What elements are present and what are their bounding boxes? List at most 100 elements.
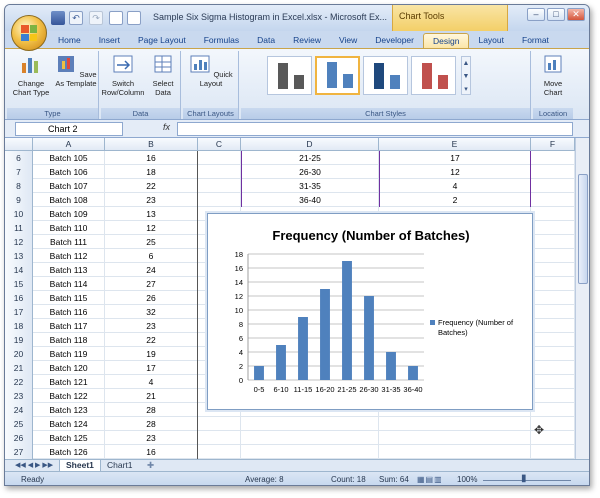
cell-frequency[interactable]: 17 [379, 151, 531, 165]
cell-empty[interactable] [531, 235, 575, 249]
cell-batch-value[interactable]: 16 [105, 151, 198, 165]
cell-batch-name[interactable]: Batch 111 [33, 235, 105, 249]
select-all-corner[interactable] [5, 138, 33, 151]
zoom-slider[interactable] [483, 480, 571, 481]
cell-bin-range[interactable]: 26-30 [241, 165, 379, 179]
tab-insert[interactable]: Insert [90, 33, 129, 48]
cell-batch-value[interactable]: 16 [105, 445, 198, 459]
cell-batch-value[interactable]: 22 [105, 179, 198, 193]
cell-batch-value[interactable]: 24 [105, 263, 198, 277]
cell-batch-name[interactable]: Batch 119 [33, 347, 105, 361]
row-header[interactable]: 26 [5, 431, 33, 445]
cell-batch-name[interactable]: Batch 116 [33, 305, 105, 319]
row-header[interactable]: 17 [5, 305, 33, 319]
cell-batch-value[interactable]: 23 [105, 319, 198, 333]
tab-review[interactable]: Review [284, 33, 330, 48]
quick-layout-button[interactable]: Quick Layout [189, 53, 233, 88]
cell-batch-value[interactable]: 25 [105, 235, 198, 249]
cell-batch-name[interactable]: Batch 117 [33, 319, 105, 333]
cell-batch-value[interactable]: 4 [105, 375, 198, 389]
cell-batch-name[interactable]: Batch 125 [33, 431, 105, 445]
cell-empty[interactable] [531, 277, 575, 291]
row-header[interactable]: 16 [5, 291, 33, 305]
cell-empty[interactable] [531, 389, 575, 403]
cell-empty[interactable] [531, 319, 575, 333]
cell-empty[interactable] [531, 361, 575, 375]
column-header-e[interactable]: E [379, 138, 531, 151]
cell-batch-name[interactable]: Batch 106 [33, 165, 105, 179]
cell-batch-value[interactable]: 27 [105, 277, 198, 291]
chart-style-navy[interactable] [363, 56, 408, 95]
column-header-c[interactable]: C [198, 138, 241, 151]
cell-batch-value[interactable]: 21 [105, 389, 198, 403]
cell-empty[interactable] [198, 151, 241, 165]
chart-style-red[interactable] [411, 56, 456, 95]
row-header[interactable]: 25 [5, 417, 33, 431]
cell-batch-name[interactable]: Batch 121 [33, 375, 105, 389]
cell-batch-name[interactable]: Batch 126 [33, 445, 105, 459]
switch-row-column-button[interactable]: Switch Row/Column [101, 53, 145, 97]
row-header[interactable]: 12 [5, 235, 33, 249]
cell-batch-value[interactable]: 13 [105, 207, 198, 221]
cell-batch-name[interactable]: Batch 107 [33, 179, 105, 193]
cell-empty[interactable] [531, 165, 575, 179]
cell-batch-value[interactable]: 23 [105, 431, 198, 445]
cell-batch-value[interactable]: 26 [105, 291, 198, 305]
cell-batch-name[interactable]: Batch 118 [33, 333, 105, 347]
cell-empty[interactable] [198, 417, 241, 431]
cell-batch-value[interactable]: 28 [105, 417, 198, 431]
row-header[interactable]: 15 [5, 277, 33, 291]
row-header[interactable]: 8 [5, 179, 33, 193]
embedded-chart[interactable]: Frequency (Number of Batches) 0 2 4 6 8 10 12 14… [207, 213, 533, 410]
row-header[interactable]: 7 [5, 165, 33, 179]
cell-empty[interactable] [531, 347, 575, 361]
cell-batch-name[interactable]: Batch 114 [33, 277, 105, 291]
cell-bin-range[interactable] [241, 431, 379, 445]
tab-formulas[interactable]: Formulas [195, 33, 248, 48]
cell-batch-name[interactable]: Batch 110 [33, 221, 105, 235]
row-header[interactable]: 20 [5, 347, 33, 361]
row-header[interactable]: 10 [5, 207, 33, 221]
row-header[interactable]: 24 [5, 403, 33, 417]
tab-design[interactable]: Design [423, 33, 470, 48]
cell-empty[interactable] [531, 305, 575, 319]
row-header[interactable]: 27 [5, 445, 33, 459]
tab-page-layout[interactable]: Page Layout [129, 33, 195, 48]
cell-batch-name[interactable]: Batch 123 [33, 403, 105, 417]
row-header[interactable]: 21 [5, 361, 33, 375]
cell-empty[interactable] [531, 263, 575, 277]
cell-empty[interactable] [198, 445, 241, 459]
tab-developer[interactable]: Developer [366, 33, 423, 48]
cell-batch-name[interactable]: Batch 124 [33, 417, 105, 431]
move-chart-button[interactable]: Move Chart [535, 53, 571, 97]
cell-empty[interactable] [198, 431, 241, 445]
cell-batch-name[interactable]: Batch 108 [33, 193, 105, 207]
new-document-icon[interactable] [109, 11, 123, 25]
row-header[interactable]: 23 [5, 389, 33, 403]
tab-view[interactable]: View [330, 33, 366, 48]
row-header[interactable]: 18 [5, 319, 33, 333]
cell-batch-value[interactable]: 18 [105, 165, 198, 179]
cell-batch-value[interactable]: 12 [105, 221, 198, 235]
row-header[interactable]: 13 [5, 249, 33, 263]
cell-frequency[interactable]: 12 [379, 165, 531, 179]
cell-empty[interactable] [531, 249, 575, 263]
view-buttons-icon[interactable]: ▦▤▥ [417, 475, 443, 484]
cell-bin-range[interactable] [241, 417, 379, 431]
cell-empty[interactable] [531, 333, 575, 347]
cell-empty[interactable] [531, 291, 575, 305]
cell-empty[interactable] [531, 151, 575, 165]
row-header[interactable]: 14 [5, 263, 33, 277]
insert-function-icon[interactable]: fx [163, 122, 170, 132]
column-header-d[interactable]: D [241, 138, 379, 151]
cell-batch-name[interactable]: Batch 113 [33, 263, 105, 277]
column-header-b[interactable]: B [105, 138, 198, 151]
cell-batch-name[interactable]: Batch 109 [33, 207, 105, 221]
cell-batch-name[interactable]: Batch 112 [33, 249, 105, 263]
chart-style-gray[interactable] [267, 56, 312, 95]
cell-empty[interactable] [531, 179, 575, 193]
row-header[interactable]: 9 [5, 193, 33, 207]
cell-batch-name[interactable]: Batch 120 [33, 361, 105, 375]
cell-batch-value[interactable]: 17 [105, 361, 198, 375]
cell-batch-value[interactable]: 32 [105, 305, 198, 319]
